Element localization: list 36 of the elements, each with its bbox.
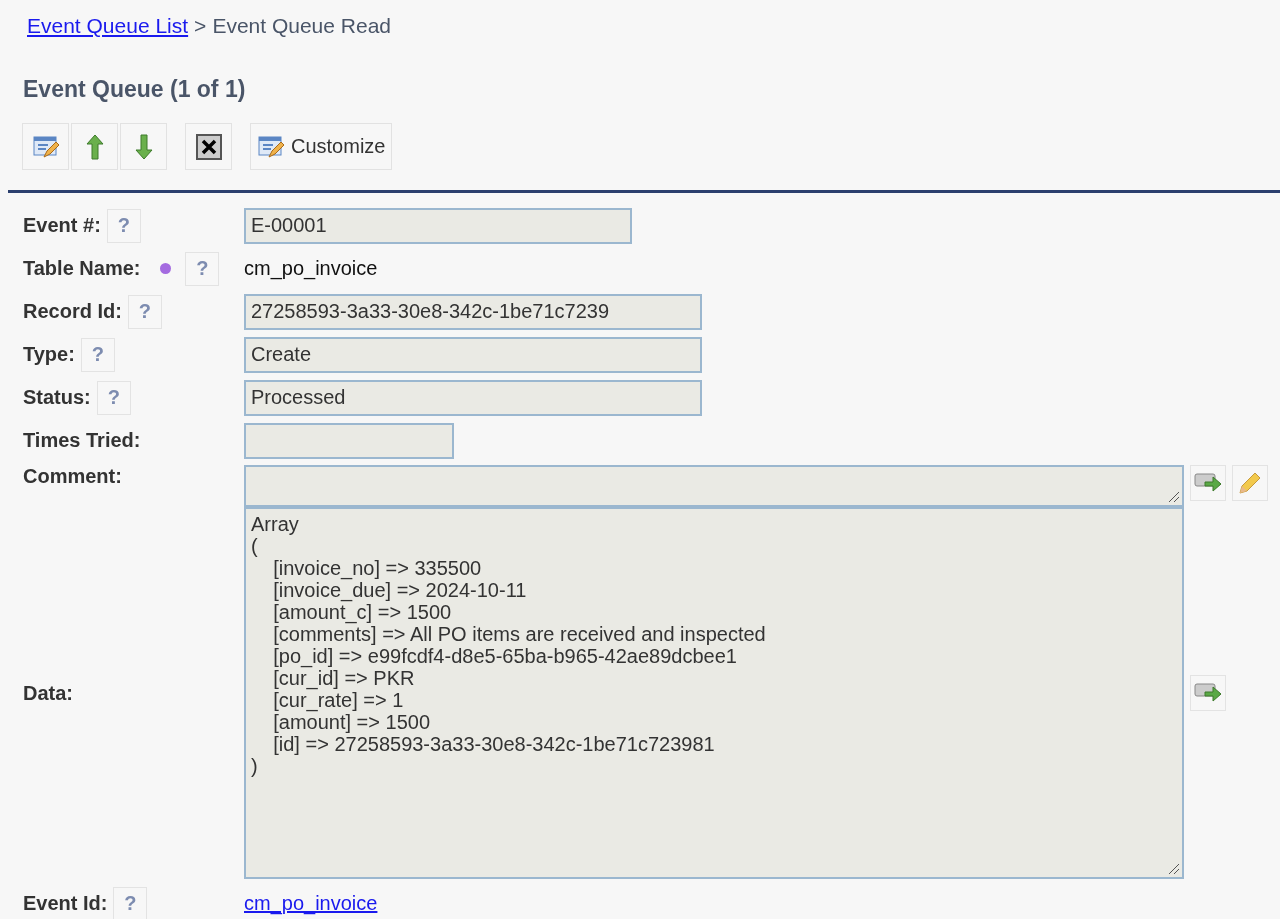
page-title: Event Queue (1 of 1) — [23, 76, 247, 103]
input-field[interactable] — [244, 422, 454, 459]
delete-button[interactable] — [185, 123, 232, 170]
resize-grip-icon[interactable] — [1168, 491, 1180, 503]
edit-button[interactable] — [22, 123, 69, 170]
input-field[interactable]: Create — [244, 336, 702, 373]
customize-button[interactable]: Customize — [250, 123, 393, 170]
field-label: Event Id: — [23, 892, 108, 915]
breadcrumb-link[interactable]: Event Queue List — [27, 14, 189, 38]
field-label: Table Name: — [23, 257, 141, 280]
field-label: Comment: — [23, 465, 122, 488]
comment-field[interactable] — [244, 465, 1184, 507]
field-label: Status: — [23, 386, 91, 409]
event-link[interactable]: cm_po_invoice — [244, 892, 378, 915]
field-label: Event #: — [23, 214, 101, 237]
tray-arrow-icon — [1193, 682, 1223, 704]
breadcrumb-current: Event Queue Read — [212, 14, 391, 38]
edit-button[interactable] — [1232, 465, 1268, 501]
tray-arrow-icon — [1193, 472, 1223, 494]
tray-arrow-button[interactable] — [1190, 675, 1226, 711]
tray-arrow-button[interactable] — [1190, 465, 1226, 501]
input-field[interactable]: E-00001 — [244, 207, 632, 244]
field-label: Times Tried: — [23, 429, 141, 452]
resize-grip-icon[interactable] — [1168, 863, 1180, 875]
field-label: Data: — [23, 681, 73, 705]
input-field[interactable]: Processed — [244, 379, 702, 416]
delete-icon — [194, 132, 223, 161]
breadcrumb-separator: > — [194, 14, 207, 38]
data-field[interactable]: Array ( [invoice_no] => 335500 [invoice_due] => 2024-10-11 [amount_c] => 1500 [comments] => All PO items are received and inspected [po_id] => e99fcdf4-d8e5-65ba-b965-42ae89dcbee1 [cur_id] => PKR [cur_rate] => 1 [amount] => 1500 [id] => 27258593-3a33-30e8-342c-1be71c723981 ) — [244, 507, 1184, 879]
up-button[interactable] — [71, 123, 118, 170]
field-value: cm_po_invoice — [244, 257, 378, 280]
input-field[interactable]: 27258593-3a33-30e8-342c-1be71c7239 — [244, 293, 702, 330]
pencil-icon — [1237, 470, 1263, 496]
down-button[interactable] — [120, 123, 167, 170]
field-label: Record Id: — [23, 300, 122, 323]
field-label: Type: — [23, 343, 75, 366]
